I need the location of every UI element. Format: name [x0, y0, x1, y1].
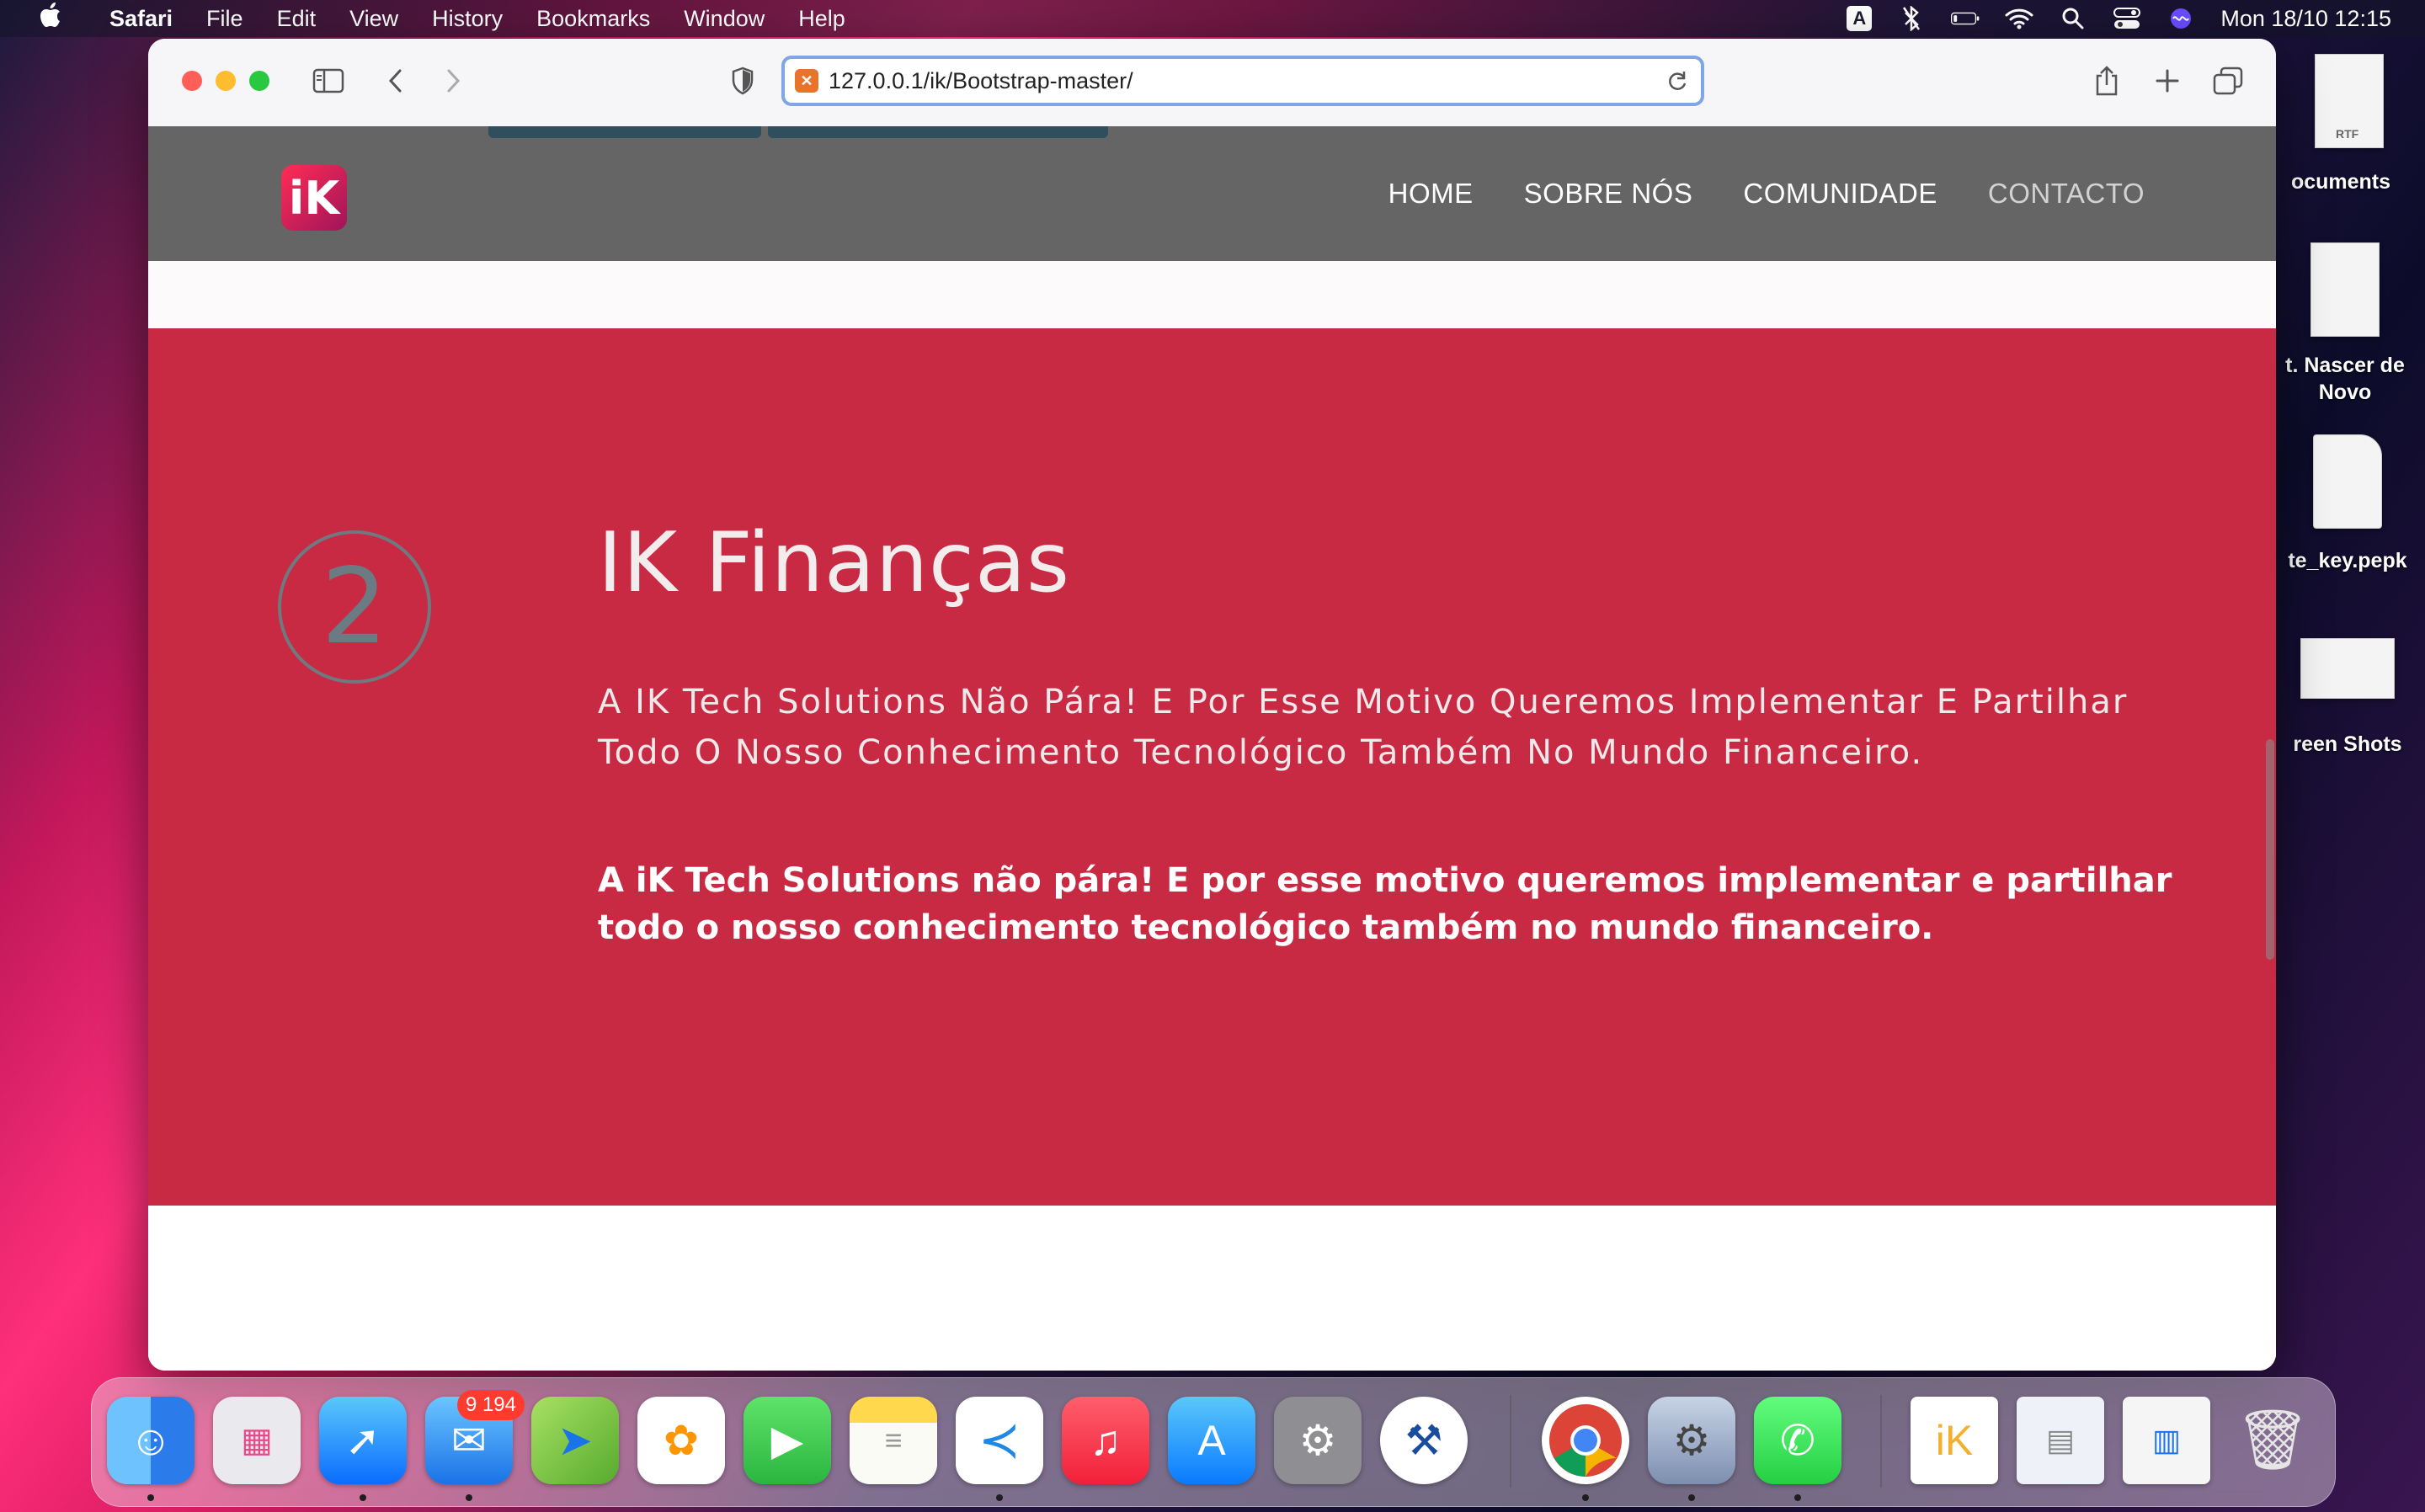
instruments-icon[interactable]: ⚒ — [1380, 1397, 1468, 1484]
section-separator — [148, 261, 2276, 328]
ik-financas-section: 2 IK Finanças A IK Tech Solutions Não Pá… — [148, 328, 2276, 1206]
url-text[interactable]: 127.0.0.1/ik/Bootstrap-master/ — [829, 68, 1133, 94]
safari-window: ✕ 127.0.0.1/ik/Bootstrap-master/ iK HOME… — [148, 39, 2276, 1371]
reload-icon[interactable] — [1666, 69, 1689, 97]
folder-stack-icon — [2300, 638, 2395, 699]
desktop-item-documents[interactable]: RTF ocuments — [2265, 54, 2417, 194]
desktop-item-key-pepk[interactable]: te_key.pepk — [2272, 434, 2423, 573]
nav-contacto[interactable]: CONTACTO — [1988, 178, 2145, 210]
menu-bookmarks[interactable]: Bookmarks — [536, 6, 650, 32]
menu-file[interactable]: File — [206, 6, 243, 32]
desktop-item-label: ocuments — [2290, 170, 2391, 194]
menu-history[interactable]: History — [432, 6, 503, 32]
recent-document-icon[interactable]: iK — [1911, 1397, 1998, 1484]
nav-comunidade[interactable]: COMUNIDADE — [1743, 178, 1937, 210]
launchpad-icon[interactable]: ▦ — [213, 1397, 301, 1484]
siri-icon[interactable] — [2167, 6, 2195, 31]
safari-icon[interactable]: ➚ — [319, 1397, 407, 1484]
mail-icon[interactable]: ✉ 9 194 — [425, 1390, 525, 1484]
desktop-item-screen-shots[interactable]: reen Shots — [2270, 638, 2425, 757]
vscode-icon[interactable]: ≺ — [956, 1397, 1043, 1484]
new-tab-icon[interactable] — [2151, 64, 2184, 98]
tab-hint-right — [768, 126, 1108, 138]
section-title: IK Finanças — [598, 515, 1071, 611]
desktop-item-label: te_key.pepk — [2288, 549, 2407, 572]
wifi-icon[interactable] — [2005, 6, 2033, 31]
close-window-button[interactable] — [182, 71, 202, 91]
search-icon[interactable] — [2059, 6, 2087, 31]
menu-edit[interactable]: Edit — [277, 6, 317, 32]
chrome-icon[interactable] — [1542, 1397, 1629, 1484]
dock-separator — [1880, 1395, 1882, 1488]
privacy-shield-icon[interactable] — [726, 64, 759, 98]
app-store-icon[interactable]: A — [1168, 1397, 1255, 1484]
web-page: iK HOME SOBRE NÓS COMUNIDADE CONTACTO 2 … — [148, 126, 2276, 1371]
battery-icon[interactable] — [1951, 6, 1980, 31]
apple-icon[interactable] — [35, 3, 66, 35]
forward-icon[interactable] — [436, 64, 470, 98]
sidebar-toggle-icon[interactable] — [312, 64, 345, 98]
minimize-window-button[interactable] — [216, 71, 236, 91]
bluetooth-off-icon[interactable] — [1897, 6, 1926, 31]
menu-clock[interactable]: Mon 18/10 12:15 — [2220, 6, 2391, 32]
finder-icon[interactable]: ☺ — [107, 1397, 195, 1484]
desktop-item-label: t. Nascer de Novo — [2285, 354, 2405, 404]
photos-icon[interactable]: ✿ — [637, 1397, 725, 1484]
notes-icon[interactable]: ≡ — [850, 1397, 937, 1484]
rtf-document-icon: RTF — [2315, 54, 2384, 148]
running-indicator — [1582, 1494, 1589, 1501]
menu-help[interactable]: Help — [798, 6, 845, 32]
next-section — [148, 1206, 2276, 1371]
settings-gear-icon[interactable]: ⚙ — [1648, 1397, 1735, 1484]
running-indicator — [360, 1494, 366, 1501]
whatsapp-icon[interactable]: ✆ — [1754, 1397, 1841, 1484]
system-preferences-icon[interactable]: ⚙ — [1274, 1397, 1362, 1484]
section-body: A iK Tech Solutions não pára! E por esse… — [598, 861, 2172, 947]
address-bar[interactable]: ✕ 127.0.0.1/ik/Bootstrap-master/ — [781, 56, 1704, 106]
dock-separator — [1510, 1395, 1511, 1488]
running-indicator — [147, 1494, 154, 1501]
share-icon[interactable] — [2090, 64, 2124, 98]
document-icon — [2310, 242, 2380, 337]
tab-overview-icon[interactable] — [2211, 64, 2245, 98]
facetime-icon[interactable]: ▶ — [743, 1397, 831, 1484]
menu-app-name[interactable]: Safari — [109, 6, 173, 32]
tab-hint-left — [488, 126, 761, 138]
browser-toolbar: ✕ 127.0.0.1/ik/Bootstrap-master/ — [148, 39, 2276, 127]
control-center-icon[interactable] — [2113, 6, 2141, 31]
music-icon[interactable]: ♫ — [1062, 1397, 1149, 1484]
nav-sobre-nos[interactable]: SOBRE NÓS — [1524, 178, 1693, 210]
site-navbar: iK HOME SOBRE NÓS COMUNIDADE CONTACTO — [148, 126, 2276, 261]
section-number-badge: 2 — [278, 530, 431, 684]
browser-window-thumbnail-icon[interactable]: ▥ — [2123, 1397, 2210, 1484]
desktop-item-label: reen Shots — [2293, 732, 2402, 756]
running-indicator — [1688, 1494, 1695, 1501]
running-indicator — [466, 1494, 472, 1501]
menu-window[interactable]: Window — [684, 6, 765, 32]
dock: ☺ ▦ ➚ ✉ 9 194 ➤ ✿ ▶ ≡ ≺ ♫ A ⚙ ⚒ ⚙ ✆ iK ▤… — [91, 1377, 2336, 1507]
screenshot-stack-icon[interactable]: ▤ — [2017, 1397, 2104, 1484]
desktop-item-nascer-de-novo[interactable]: t. Nascer de Novo — [2273, 242, 2417, 406]
rtf-label: RTF — [2336, 127, 2359, 141]
running-indicator — [1794, 1494, 1801, 1501]
nav-home[interactable]: HOME — [1388, 178, 1474, 210]
mail-unread-badge: 9 194 — [456, 1390, 525, 1420]
site-logo[interactable]: iK — [281, 165, 347, 231]
trash-icon[interactable]: 🗑 — [2229, 1397, 2316, 1484]
section-subtitle: A IK Tech Solutions Não Pára! E Por Esse… — [598, 683, 2129, 772]
zoom-window-button[interactable] — [249, 71, 269, 91]
input-source-indicator[interactable]: A — [1847, 6, 1873, 31]
file-icon — [2313, 434, 2382, 529]
page-scrollbar[interactable] — [2266, 739, 2274, 960]
site-favicon-icon: ✕ — [795, 69, 818, 93]
menu-bar: Safari File Edit View History Bookmarks … — [0, 0, 2425, 37]
running-indicator — [996, 1494, 1003, 1501]
menu-extras: A Mon 18/10 12:15 — [1821, 0, 2391, 37]
menu-view[interactable]: View — [349, 6, 398, 32]
site-nav: HOME SOBRE NÓS COMUNIDADE CONTACTO — [1338, 126, 2145, 261]
maps-icon[interactable]: ➤ — [531, 1397, 619, 1484]
back-icon[interactable] — [379, 64, 413, 98]
